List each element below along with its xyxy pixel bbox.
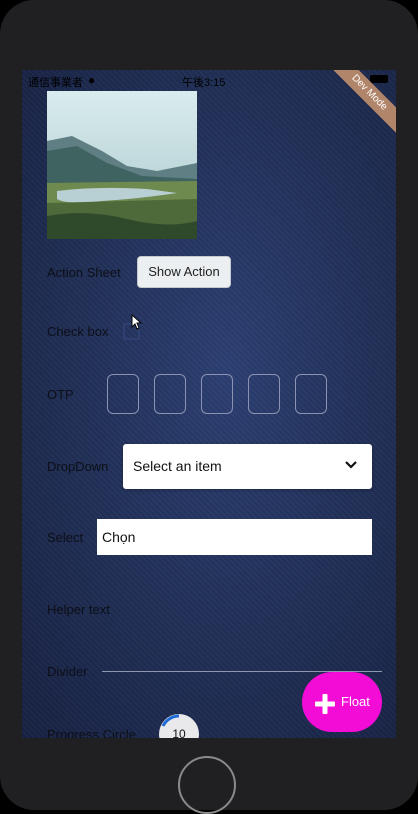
select-label: Select (47, 530, 84, 545)
otp-label: OTP (47, 387, 74, 402)
checkbox-label: Check box (47, 324, 109, 339)
home-button[interactable] (178, 756, 236, 814)
chevron-down-icon (345, 461, 357, 469)
select-value: Chọn (102, 529, 136, 545)
dropdown-label: DropDown (47, 459, 109, 474)
dropdown-placeholder: Select an item (133, 458, 222, 474)
float-action-button[interactable]: Float (302, 672, 382, 732)
otp-box-4[interactable] (248, 374, 280, 414)
show-action-button[interactable]: Show Action (137, 256, 231, 288)
select-input[interactable]: Chọn (97, 519, 372, 555)
app-screen: 通信事業者 ● 午後3:15 Dev Mode Action Sheet Sho… (22, 70, 396, 738)
progress-circle: 10 (159, 714, 199, 738)
landscape-image (47, 91, 197, 239)
wifi-icon: ● (88, 73, 96, 87)
phone-frame: 通信事業者 ● 午後3:15 Dev Mode Action Sheet Sho… (0, 0, 418, 814)
action-sheet-label: Action Sheet (47, 265, 121, 280)
progress-value: 10 (172, 727, 186, 738)
status-time: 午後3:15 (182, 77, 226, 89)
divider-label: Divider (47, 664, 88, 679)
float-label: Float (341, 694, 370, 709)
otp-box-2[interactable] (154, 374, 186, 414)
helper-text-label: Helper text (47, 602, 110, 617)
dropdown-select[interactable]: Select an item (123, 444, 372, 489)
otp-box-1[interactable] (107, 374, 139, 414)
plus-icon (315, 694, 335, 714)
otp-box-3[interactable] (201, 374, 233, 414)
progress-circle-label: Progress Circle (47, 727, 136, 738)
otp-box-5[interactable] (295, 374, 327, 414)
mouse-cursor-icon (131, 314, 143, 330)
carrier-name: 通信事業者 (28, 77, 83, 89)
battery-icon (370, 75, 388, 83)
